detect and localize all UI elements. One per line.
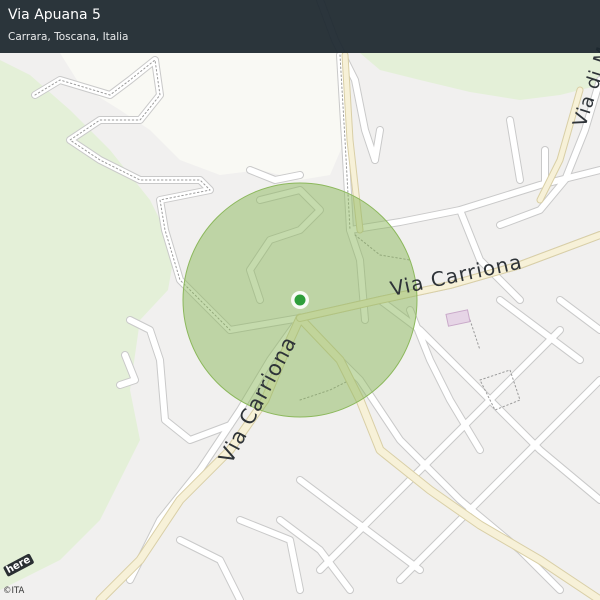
map-canvas[interactable]: Via Carriona Via Carriona Via di Marco: [0, 0, 600, 600]
location-title: Via Apuana 5: [8, 7, 101, 23]
location-subtitle: Carrara, Toscana, Italia: [8, 31, 129, 43]
location-marker[interactable]: [291, 291, 309, 309]
copyright-text: ©ITA: [3, 586, 25, 596]
location-header: Via Apuana 5 Carrara, Toscana, Italia: [0, 0, 600, 53]
location-pin-icon: [294, 294, 306, 306]
